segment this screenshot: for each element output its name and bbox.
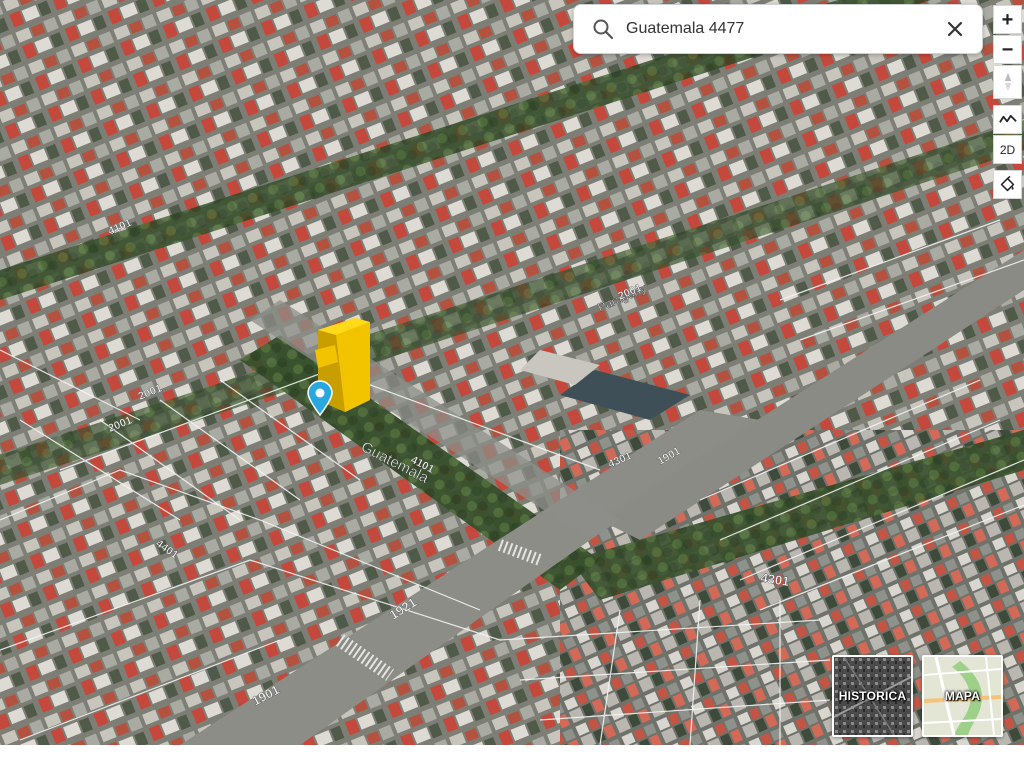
search-icon [593,19,614,40]
zoom-in-button[interactable]: + [993,5,1022,34]
map-controls: + − 2D [993,5,1022,199]
compass-icon [1004,72,1011,92]
search-bar[interactable] [573,4,983,54]
zoom-out-button[interactable]: − [993,35,1022,64]
map-app: Guatemala Paraguay 4101 2001 2001 4301 4… [0,0,1024,768]
close-icon [947,21,963,37]
style-button[interactable] [993,170,1022,199]
bottom-margin [0,745,1024,768]
basemap-historica-button[interactable]: HISTORICA [832,655,913,737]
aerial-imagery: Guatemala Paraguay 4101 2001 2001 4301 4… [0,0,1024,745]
map-3d-view[interactable]: Guatemala Paraguay 4101 2001 2001 4301 4… [0,0,1024,745]
toggle-2d-button[interactable]: 2D [993,135,1022,164]
basemap-label: HISTORICA [838,689,907,703]
paint-bucket-icon [1000,176,1015,192]
compass-button[interactable] [993,65,1022,99]
clear-search-button[interactable] [942,16,968,42]
basemap-mapa-button[interactable]: MAPA [922,655,1003,737]
elevation-icon [998,114,1017,123]
elevation-profile-button[interactable] [993,105,1022,134]
basemap-label: MAPA [944,689,981,703]
search-input[interactable] [626,20,942,38]
